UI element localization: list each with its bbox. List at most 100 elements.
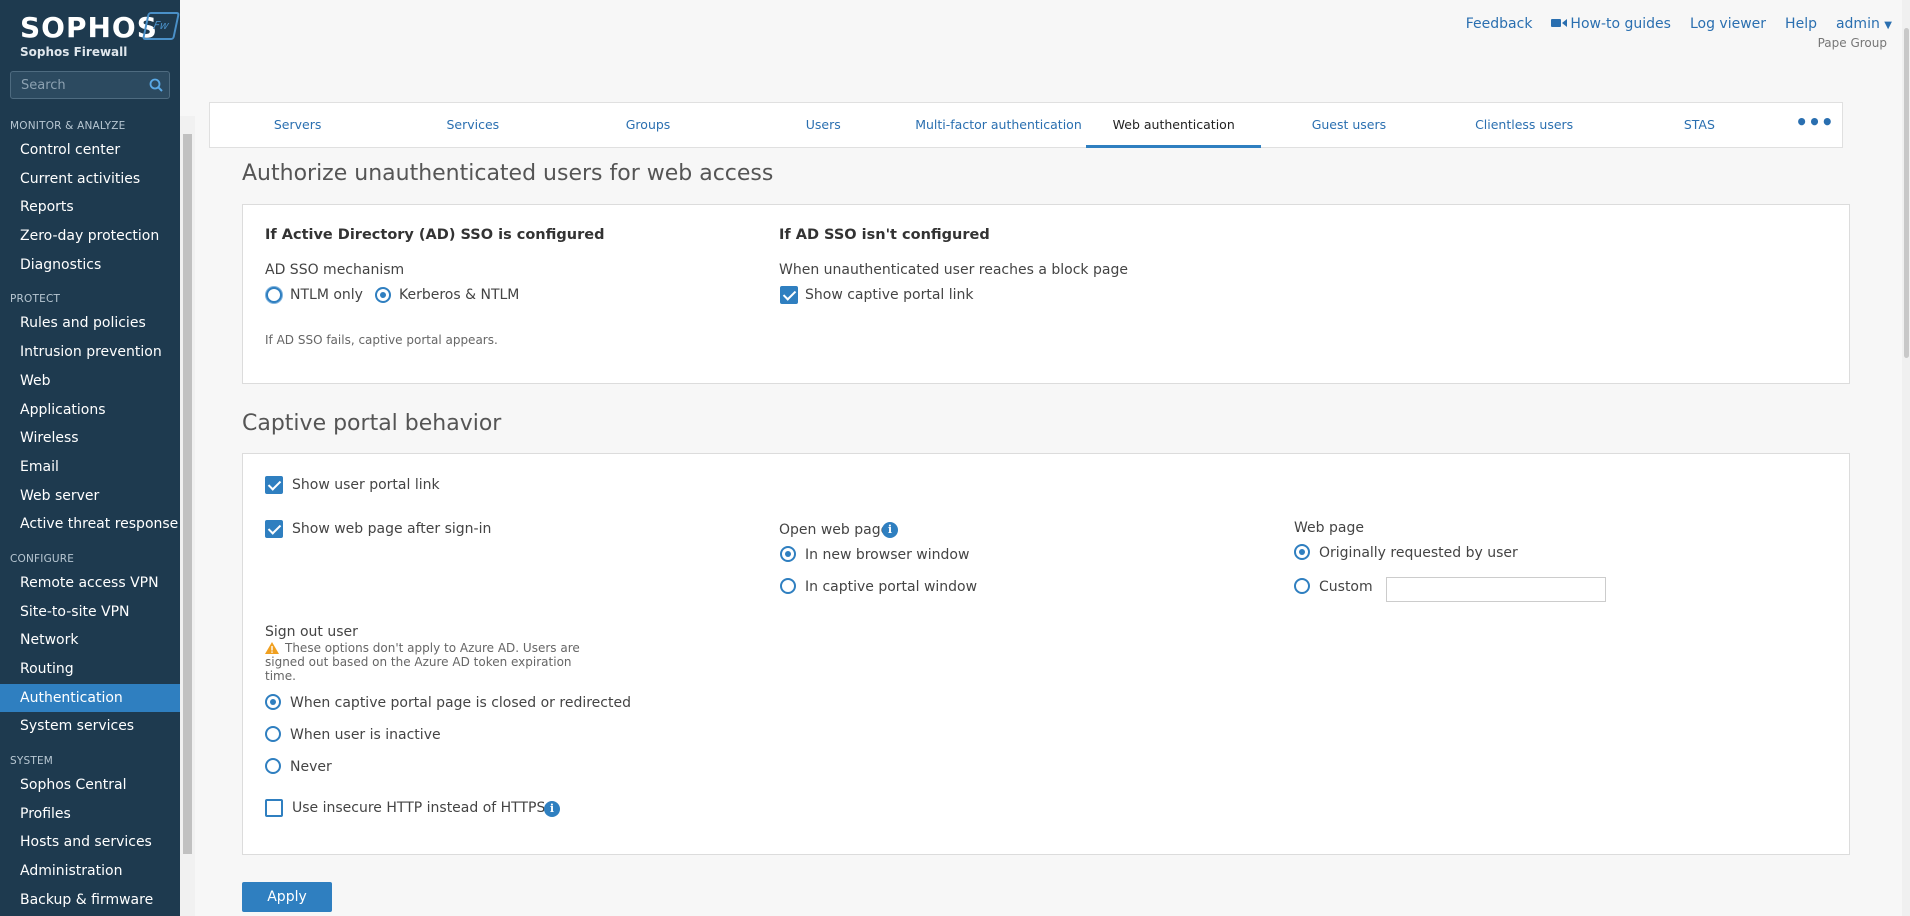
sidebar-item-applications[interactable]: Applications xyxy=(0,396,180,425)
feedback-link[interactable]: Feedback xyxy=(1466,16,1533,32)
azure-warning-line3: time. xyxy=(265,669,296,683)
sign-out-on-close-label: When captive portal page is closed or re… xyxy=(290,695,631,711)
tab-users[interactable]: Users xyxy=(736,103,911,147)
azure-warning-line1: These options don't apply to Azure AD. U… xyxy=(285,641,580,655)
info-icon[interactable]: i xyxy=(544,801,560,817)
help-link[interactable]: Help xyxy=(1785,16,1817,32)
main-scrollbar[interactable] xyxy=(1902,0,1910,916)
warning-icon xyxy=(265,642,279,654)
tab-groups[interactable]: Groups xyxy=(560,103,735,147)
how-to-guides-link[interactable]: How-to guides xyxy=(1551,16,1671,32)
ntlm-only-radio[interactable] xyxy=(266,287,282,303)
sidebar-item-control-center[interactable]: Control center xyxy=(0,136,180,165)
show-captive-portal-link-label: Show captive portal link xyxy=(805,287,974,303)
org-name: Pape Group xyxy=(1817,36,1887,50)
custom-web-page-input[interactable] xyxy=(1386,577,1606,602)
sidebar-item-routing[interactable]: Routing xyxy=(0,655,180,684)
sidebar-item-rules-and-policies[interactable]: Rules and policies xyxy=(0,309,180,338)
insecure-http-checkbox[interactable] xyxy=(265,799,283,817)
sidebar-item-administration[interactable]: Administration xyxy=(0,857,180,886)
nav-section-title: MONITOR & ANALYZE xyxy=(10,120,126,132)
show-user-portal-link-checkbox[interactable] xyxy=(265,476,283,494)
sign-out-never-radio[interactable] xyxy=(265,758,281,774)
sidebar-item-network[interactable]: Network xyxy=(0,626,180,655)
admin-label: admin xyxy=(1835,16,1880,32)
search-input[interactable] xyxy=(11,72,161,98)
sidebar-item-backup-firmware[interactable]: Backup & firmware xyxy=(0,886,180,915)
tab-multi-factor-authentication[interactable]: Multi-factor authentication xyxy=(911,103,1086,147)
originally-requested-radio[interactable] xyxy=(1294,544,1310,560)
ad-configured-heading: If Active Directory (AD) SSO is configur… xyxy=(265,227,605,243)
apply-button[interactable]: Apply xyxy=(242,882,332,912)
header-links: Feedback How-to guides Log viewer Help a… xyxy=(1466,16,1892,32)
section-title-captive-portal: Captive portal behavior xyxy=(242,411,502,436)
sidebar-item-site-to-site-vpn[interactable]: Site-to-site VPN xyxy=(0,598,180,627)
sidebar: SOPHOS Sophos Firewall Fw MONITOR & ANAL… xyxy=(0,0,180,916)
search-icon[interactable] xyxy=(149,78,163,92)
sidebar-item-current-activities[interactable]: Current activities xyxy=(0,165,180,194)
tab-services[interactable]: Services xyxy=(385,103,560,147)
sidebar-item-system-services[interactable]: System services xyxy=(0,712,180,741)
log-viewer-link[interactable]: Log viewer xyxy=(1690,16,1766,32)
sign-out-inactive-radio[interactable] xyxy=(265,726,281,742)
insecure-http-label: Use insecure HTTP instead of HTTPS xyxy=(292,800,546,816)
tab-guest-users[interactable]: Guest users xyxy=(1261,103,1436,147)
chevron-down-icon: ▼ xyxy=(1884,20,1892,31)
sidebar-item-remote-access-vpn[interactable]: Remote access VPN xyxy=(0,569,180,598)
show-captive-portal-link-checkbox[interactable] xyxy=(780,286,798,304)
sidebar-item-web-server[interactable]: Web server xyxy=(0,482,180,511)
nav-section-title: PROTECT xyxy=(10,293,61,306)
tab-clientless-users[interactable]: Clientless users xyxy=(1437,103,1612,147)
product-name: Sophos Firewall xyxy=(20,45,128,59)
nav-section-title: SYSTEM xyxy=(10,755,54,768)
ad-not-configured-heading: If AD SSO isn't configured xyxy=(779,227,990,243)
sidebar-item-hosts-and-services[interactable]: Hosts and services xyxy=(0,828,180,857)
video-camera-icon xyxy=(1551,19,1568,27)
tab-stas[interactable]: STAS xyxy=(1612,103,1787,147)
ad-sso-fail-note: If AD SSO fails, captive portal appears. xyxy=(265,333,498,347)
admin-menu[interactable]: admin ▼ xyxy=(1836,16,1892,32)
captive-portal-window-radio[interactable] xyxy=(780,578,796,594)
show-web-page-checkbox[interactable] xyxy=(265,520,283,538)
authorize-panel: If Active Directory (AD) SSO is configur… xyxy=(242,204,1850,384)
kerberos-ntlm-label: Kerberos & NTLM xyxy=(399,287,520,303)
sidebar-item-reports[interactable]: Reports xyxy=(0,193,180,222)
sign-out-user-label: Sign out user xyxy=(265,624,358,640)
azure-warning-line2: signed out based on the Azure AD token e… xyxy=(265,655,572,669)
sidebar-scroll-thumb[interactable] xyxy=(183,134,192,854)
sidebar-item-intrusion-prevention[interactable]: Intrusion prevention xyxy=(0,338,180,367)
originally-requested-label: Originally requested by user xyxy=(1319,545,1518,561)
ntlm-only-label: NTLM only xyxy=(290,287,363,303)
sidebar-item-active-threat-response[interactable]: Active threat response xyxy=(0,510,180,539)
sidebar-item-zero-day-protection[interactable]: Zero-day protection xyxy=(0,222,180,251)
more-tabs-icon[interactable]: ••• xyxy=(1787,103,1842,147)
sidebar-nav: MONITOR & ANALYZE Control center Current… xyxy=(0,112,180,915)
sign-out-on-close-radio[interactable] xyxy=(265,694,281,710)
brand: SOPHOS Sophos Firewall Fw xyxy=(0,0,180,62)
sidebar-item-authentication[interactable]: Authentication xyxy=(0,683,180,713)
sidebar-scrollbar[interactable] xyxy=(180,116,195,916)
custom-web-page-radio[interactable] xyxy=(1294,578,1310,594)
sign-out-never-label: Never xyxy=(290,759,332,775)
captive-portal-window-label: In captive portal window xyxy=(805,579,978,595)
new-browser-window-radio[interactable] xyxy=(780,546,796,562)
sidebar-item-email[interactable]: Email xyxy=(0,453,180,482)
block-page-label: When unauthenticated user reaches a bloc… xyxy=(779,262,1128,278)
sidebar-item-sophos-central[interactable]: Sophos Central xyxy=(0,771,180,800)
sidebar-item-diagnostics[interactable]: Diagnostics xyxy=(0,251,180,280)
sidebar-item-profiles[interactable]: Profiles xyxy=(0,800,180,829)
tab-bar: Servers Services Groups Users Multi-fact… xyxy=(209,102,1843,148)
nav-section-title: CONFIGURE xyxy=(10,552,75,565)
new-browser-window-label: In new browser window xyxy=(805,547,970,563)
captive-portal-panel: Show user portal link Show web page afte… xyxy=(242,453,1850,855)
tab-servers[interactable]: Servers xyxy=(210,103,385,147)
sidebar-item-web[interactable]: Web xyxy=(0,367,180,396)
tab-web-authentication[interactable]: Web authentication xyxy=(1086,103,1262,148)
main-scroll-thumb[interactable] xyxy=(1904,28,1909,358)
kerberos-ntlm-radio[interactable] xyxy=(375,287,391,303)
info-icon[interactable]: i xyxy=(882,522,898,538)
show-user-portal-link-label: Show user portal link xyxy=(292,477,440,493)
ad-sso-mechanism-label: AD SSO mechanism xyxy=(265,262,405,278)
sidebar-item-wireless[interactable]: Wireless xyxy=(0,424,180,453)
search-box xyxy=(10,71,170,99)
